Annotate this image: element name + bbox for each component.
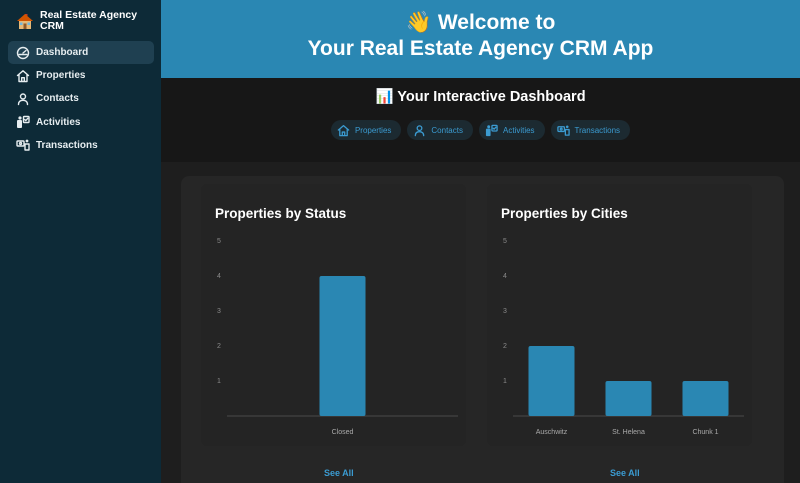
- quick-link-activities[interactable]: Activities: [479, 120, 545, 140]
- sidebar: Real Estate Agency CRM Dashboard Propert…: [0, 0, 161, 483]
- sidebar-item-activities[interactable]: Activities: [8, 111, 154, 134]
- home-icon: [337, 124, 350, 137]
- quick-link-contacts[interactable]: Contacts: [407, 120, 473, 140]
- sidebar-item-dashboard[interactable]: Dashboard: [8, 41, 154, 64]
- bar-auschwitz[interactable]: [529, 346, 575, 416]
- y-tick-label: 5: [217, 238, 221, 245]
- x-tick-label: Auschwitz: [536, 429, 568, 436]
- activities-icon: [16, 115, 30, 129]
- sidebar-item-label: Contacts: [36, 93, 79, 104]
- transactions-icon: [16, 138, 30, 152]
- welcome-line-1: 👋Welcome to: [161, 11, 800, 35]
- cities-bar-chart: 1 2 3 4 5 Auschwitz St. Helena Chunk 1: [487, 184, 752, 446]
- sidebar-item-label: Properties: [36, 70, 85, 81]
- y-tick-label: 3: [217, 308, 221, 315]
- brand[interactable]: Real Estate Agency CRM: [16, 10, 150, 32]
- main-content: Properties by Status 12345Closed See All…: [161, 162, 800, 483]
- quick-links: Properties Contacts Activities Transacti…: [161, 120, 800, 140]
- dashboard-header: 📊 Your Interactive Dashboard Properties …: [161, 78, 800, 162]
- dashboard-title: 📊 Your Interactive Dashboard: [161, 88, 800, 105]
- y-tick-label: 2: [217, 343, 221, 350]
- welcome-banner: 👋Welcome to Your Real Estate Agency CRM …: [161, 0, 800, 78]
- sidebar-item-label: Dashboard: [36, 47, 88, 58]
- sidebar-nav: Dashboard Properties Contacts Activities…: [8, 41, 154, 157]
- activities-icon: [485, 124, 498, 137]
- y-tick-label: 4: [217, 273, 221, 280]
- y-tick-label: 1: [503, 378, 507, 385]
- waving-hand-icon: 👋: [406, 11, 432, 35]
- chart-panel-cities: Properties by Cities 12345AuschwitzSt. H…: [487, 184, 752, 446]
- x-tick-label: Closed: [332, 429, 354, 436]
- sidebar-item-transactions[interactable]: Transactions: [8, 134, 154, 157]
- x-tick-label: St. Helena: [612, 429, 645, 436]
- dashboard-icon: [16, 46, 30, 60]
- app-title: Real Estate Agency CRM: [40, 10, 150, 32]
- sidebar-item-contacts[interactable]: Contacts: [8, 87, 154, 110]
- chart-panel-status: Properties by Status 12345Closed: [201, 184, 466, 446]
- sidebar-item-label: Activities: [36, 117, 80, 128]
- y-tick-label: 5: [503, 238, 507, 245]
- user-icon: [16, 92, 30, 106]
- y-tick-label: 3: [503, 308, 507, 315]
- x-tick-label: Chunk 1: [692, 429, 718, 436]
- charts-card: Properties by Status 12345Closed See All…: [181, 176, 784, 483]
- bar-chunk-1[interactable]: [683, 381, 729, 416]
- y-tick-label: 1: [217, 378, 221, 385]
- sidebar-item-label: Transactions: [36, 140, 98, 151]
- bar-closed[interactable]: [320, 276, 366, 416]
- chart-emoji-icon: 📊: [375, 89, 393, 105]
- y-tick-label: 2: [503, 343, 507, 350]
- quick-link-properties[interactable]: Properties: [331, 120, 401, 140]
- transactions-icon: [557, 124, 570, 137]
- y-tick-label: 4: [503, 273, 507, 280]
- see-all-cities-link[interactable]: See All: [610, 468, 640, 478]
- see-all-status-link[interactable]: See All: [324, 468, 354, 478]
- quick-link-transactions[interactable]: Transactions: [551, 120, 631, 140]
- sidebar-item-properties[interactable]: Properties: [8, 64, 154, 87]
- status-bar-chart: 1 2 3 4 5 Closed: [201, 184, 466, 446]
- welcome-line-2: Your Real Estate Agency CRM App: [161, 37, 800, 61]
- bar-st-helena[interactable]: [606, 381, 652, 416]
- user-icon: [413, 124, 426, 137]
- house-emoji-icon: [16, 12, 34, 30]
- home-icon: [16, 69, 30, 83]
